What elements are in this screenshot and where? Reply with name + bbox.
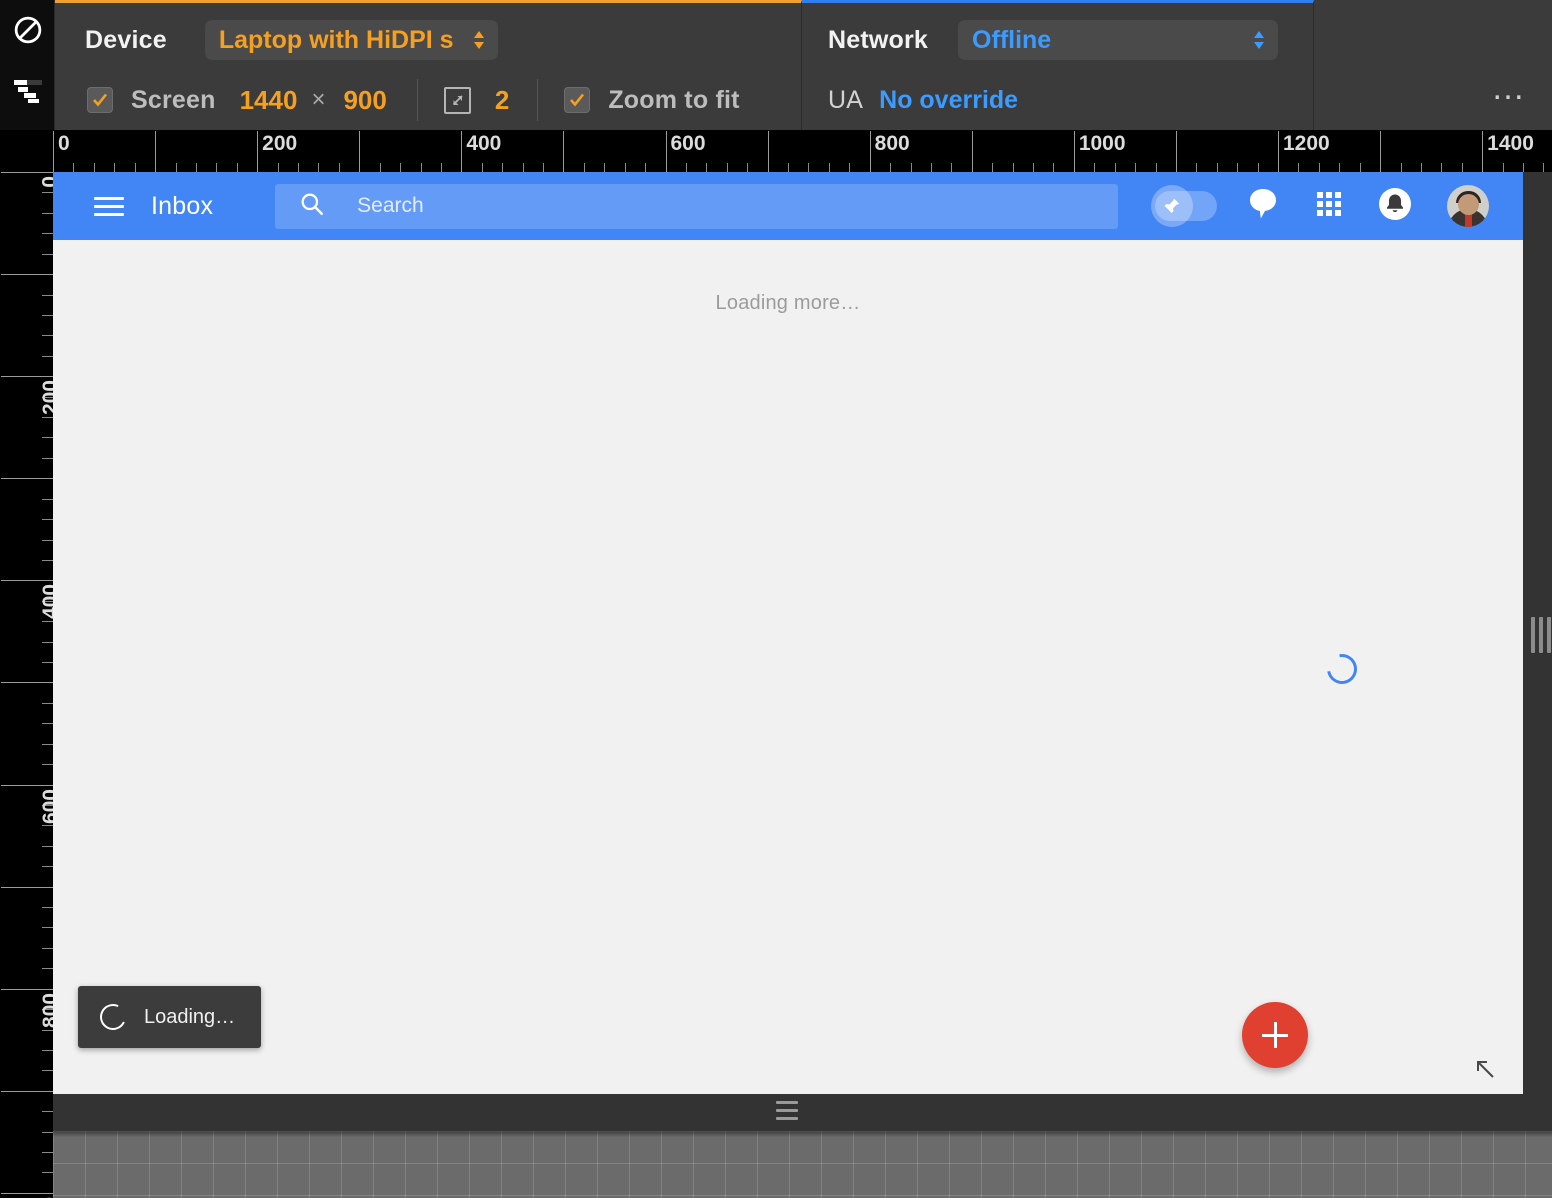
ruler-label-h: 1400 bbox=[1487, 132, 1534, 155]
viewport-width-resize-handle[interactable] bbox=[1531, 617, 1551, 653]
header-actions bbox=[1151, 185, 1507, 227]
network-throttling-select[interactable]: Offline bbox=[958, 20, 1279, 60]
speech-bubble-icon bbox=[1248, 187, 1278, 226]
viewport-height-resize-handle[interactable] bbox=[776, 1101, 798, 1125]
ruler-label-v: 800 bbox=[39, 992, 53, 1028]
pin-toggle[interactable] bbox=[1151, 185, 1217, 227]
user-agent-value: No override bbox=[879, 85, 1019, 114]
devtools-device-mode-screen: Device Laptop with HiDPI s Screen 1440 ×… bbox=[0, 0, 1552, 1198]
bell-icon bbox=[1377, 186, 1413, 227]
zoom-to-fit-checkbox[interactable] bbox=[564, 87, 591, 113]
device-select-value: Laptop with HiDPI s bbox=[218, 25, 454, 54]
apps-grid-button[interactable] bbox=[1309, 186, 1349, 226]
user-agent-label: UA bbox=[828, 85, 864, 114]
device-mode-grid-background bbox=[53, 1131, 1552, 1198]
toolbar-more-button[interactable]: … bbox=[1491, 71, 1528, 105]
ruler-label-h: 800 bbox=[874, 132, 910, 155]
ruler-label-h: 600 bbox=[670, 132, 706, 155]
device-select[interactable]: Laptop with HiDPI s bbox=[204, 20, 498, 60]
apps-grid-icon bbox=[1315, 190, 1343, 223]
bottom-bar bbox=[53, 1094, 1552, 1131]
device-pixel-ratio-icon bbox=[443, 86, 471, 114]
app-header: Inbox Search bbox=[53, 172, 1523, 240]
device-pixel-ratio-input[interactable]: 2 bbox=[495, 85, 509, 116]
network-label: Network bbox=[828, 25, 929, 54]
device-settings-panel: Device Laptop with HiDPI s Screen 1440 ×… bbox=[55, 0, 802, 130]
ruler-label-v: 600 bbox=[39, 788, 53, 824]
horizontal-ruler[interactable]: 0 200 400 600 800 1000 1200 1400 bbox=[0, 130, 1552, 172]
ruler-label-h: 1000 bbox=[1078, 132, 1126, 155]
network-settings-panel: Network Offline UA No override bbox=[802, 0, 1314, 130]
dimension-separator: × bbox=[311, 86, 326, 113]
screen-label: Screen bbox=[131, 85, 216, 114]
ruler-label-h: 400 bbox=[466, 132, 502, 155]
loading-toast: Loading… bbox=[78, 986, 262, 1048]
toast-text: Loading… bbox=[144, 1005, 236, 1028]
hamburger-menu-icon[interactable] bbox=[91, 188, 127, 224]
hangouts-button[interactable] bbox=[1243, 186, 1283, 226]
chevron-updown-icon bbox=[1252, 28, 1268, 52]
block-requests-icon[interactable] bbox=[13, 15, 43, 50]
pin-icon bbox=[1151, 185, 1193, 227]
search-icon bbox=[299, 191, 325, 222]
ruler-label-h: 1200 bbox=[1283, 132, 1330, 155]
loading-more-text: Loading more… bbox=[715, 292, 861, 314]
chevron-updown-icon bbox=[472, 28, 488, 52]
toolbar-left-rail bbox=[0, 0, 55, 130]
ruler-label-h: 0 bbox=[58, 132, 70, 155]
toast-spinner bbox=[96, 1000, 130, 1034]
network-throttling-value: Offline bbox=[972, 25, 1052, 54]
screen-height-input[interactable]: 900 bbox=[343, 85, 386, 116]
zoom-to-fit-label: Zoom to fit bbox=[608, 85, 740, 114]
compose-fab[interactable] bbox=[1242, 1002, 1308, 1068]
account-avatar[interactable] bbox=[1447, 185, 1489, 227]
screen-size-checkbox[interactable] bbox=[87, 87, 113, 113]
user-agent-select[interactable]: No override bbox=[863, 80, 1028, 120]
vertical-ruler[interactable]: 02004006008001000 bbox=[0, 130, 53, 1198]
search-input[interactable]: Search bbox=[357, 194, 424, 218]
network-throttle-icon[interactable] bbox=[13, 78, 43, 109]
device-mode-toolbar: Device Laptop with HiDPI s Screen 1440 ×… bbox=[0, 0, 1552, 130]
loading-spinner bbox=[1321, 648, 1363, 690]
search-bar[interactable]: Search bbox=[275, 183, 1119, 229]
device-label: Device bbox=[85, 25, 167, 54]
ruler-label-h: 200 bbox=[262, 132, 298, 155]
reminders-button[interactable] bbox=[1375, 186, 1415, 226]
page-title: Inbox bbox=[151, 191, 214, 220]
corner-resize-icon[interactable] bbox=[1473, 1057, 1497, 1086]
toolbar-overflow-panel: … bbox=[1314, 0, 1552, 130]
ruler-label-v: 400 bbox=[39, 584, 53, 620]
ruler-label-v: 200 bbox=[39, 380, 53, 416]
emulated-viewport[interactable]: Inbox Search Loading more… Loading… bbox=[53, 172, 1523, 1094]
ruler-label-v: 0 bbox=[39, 176, 53, 188]
ruler-corner bbox=[0, 130, 53, 172]
screen-width-input[interactable]: 1440 bbox=[240, 85, 298, 116]
